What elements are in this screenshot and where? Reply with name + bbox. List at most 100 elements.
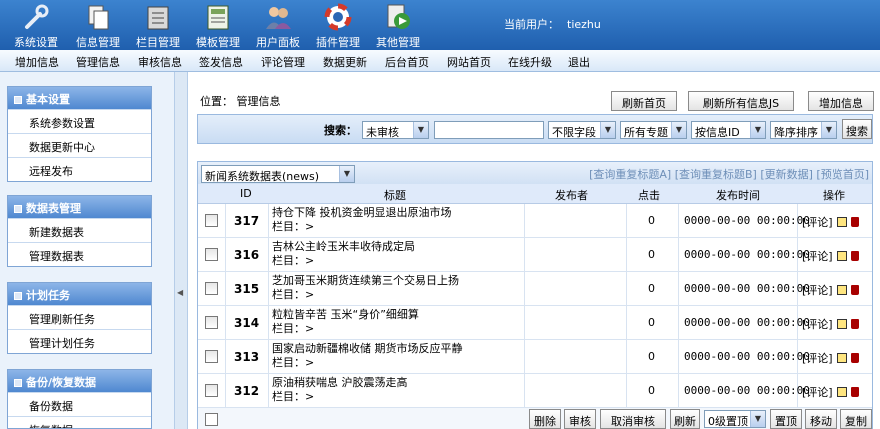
sidebar-item-manage-tables[interactable]: 管理数据表	[8, 242, 151, 266]
comment-link[interactable]: [评论]	[802, 386, 833, 399]
row-checkbox[interactable]	[205, 384, 218, 397]
table-row: 314 粒粒皆辛苦 玉米“身价”细细算 栏目：> 0 0000-00-00 00:…	[198, 306, 872, 340]
row-time: 0000-00-00 00:00:00	[684, 214, 810, 227]
row-title-link[interactable]: 芝加哥玉米期货连续第三个交易日上扬	[272, 274, 459, 287]
delete-icon[interactable]	[850, 285, 859, 295]
add-info-button[interactable]: 增加信息	[808, 91, 874, 111]
table-row: 317 持仓下降 投机资金明显退出原油市场 栏目：> 0 0000-00-00 0…	[198, 204, 872, 238]
edit-icon[interactable]	[836, 319, 847, 329]
menu-manage-info[interactable]: 管理信息	[76, 54, 120, 70]
row-time: 0000-00-00 00:00:00	[684, 384, 810, 397]
comment-link[interactable]: [评论]	[802, 284, 833, 297]
chevron-down-icon: ▼	[339, 166, 354, 182]
menu-site-home[interactable]: 网站首页	[447, 54, 491, 70]
menu-comment-management[interactable]: 评论管理	[261, 54, 305, 70]
refresh-home-button[interactable]: 刷新首页	[611, 91, 677, 111]
menu-data-update[interactable]: 数据更新	[323, 54, 367, 70]
delete-icon[interactable]	[850, 319, 859, 329]
delete-icon[interactable]	[850, 251, 859, 261]
refresh-all-js-button[interactable]: 刷新所有信息JS	[688, 91, 794, 111]
sidebar-item-restore-data[interactable]: 恢复数据	[8, 416, 151, 428]
sidebar-item-plan-tasks[interactable]: 管理计划任务	[8, 329, 151, 353]
set-top-button[interactable]: 置顶	[770, 409, 802, 429]
status-select[interactable]: 未审核 ▼	[362, 121, 429, 139]
row-id: 312	[234, 384, 260, 398]
edit-icon[interactable]	[836, 387, 847, 397]
toolbar-system-settings[interactable]: 系统设置	[8, 0, 64, 50]
edit-icon[interactable]	[836, 217, 847, 227]
sidebar-splitter[interactable]: ◀	[174, 72, 188, 429]
sort-field-select[interactable]: 按信息ID ▼	[691, 121, 766, 139]
row-clicks: 0	[648, 282, 655, 295]
row-title-link[interactable]: 粒粒皆辛苦 玉米“身价”细细算	[272, 308, 419, 321]
topic-select[interactable]: 所有专题 ▼	[620, 121, 687, 139]
delete-icon[interactable]	[850, 353, 859, 363]
sidebar-group-header[interactable]: 计划任务	[8, 283, 151, 305]
data-table-select[interactable]: 新闻系统数据表(news) ▼	[201, 165, 355, 183]
row-title-link[interactable]: 吉林公主岭玉米丰收待成定局	[272, 240, 415, 253]
menu-audit-info[interactable]: 审核信息	[138, 54, 182, 70]
row-checkbox[interactable]	[205, 350, 218, 363]
row-checkbox[interactable]	[205, 248, 218, 261]
row-column: 栏目：>	[272, 288, 315, 301]
edit-icon[interactable]	[836, 251, 847, 261]
toolbar-info-management[interactable]: 信息管理	[70, 0, 126, 50]
row-title-link[interactable]: 国家启动新疆棉收储 期货市场反应平静	[272, 342, 463, 355]
unaudit-button[interactable]: 取消审核	[600, 409, 666, 429]
sidebar-item-refresh-tasks[interactable]: 管理刷新任务	[8, 305, 151, 329]
row-id: 317	[234, 214, 260, 228]
row-title-link[interactable]: 持仓下降 投机资金明显退出原油市场	[272, 206, 452, 219]
col-title: 标题	[384, 189, 406, 202]
audit-button[interactable]: 审核	[564, 409, 596, 429]
edit-icon[interactable]	[836, 285, 847, 295]
row-id: 316	[234, 248, 260, 262]
select-all-checkbox[interactable]	[205, 413, 218, 426]
collapse-arrow-icon[interactable]: ◀	[177, 288, 183, 297]
chevron-down-icon: ▼	[671, 122, 686, 138]
row-checkbox[interactable]	[205, 282, 218, 295]
edit-icon[interactable]	[836, 353, 847, 363]
sort-order-select[interactable]: 降序排序 ▼	[770, 121, 837, 139]
comment-link[interactable]: [评论]	[802, 318, 833, 331]
toolbar-user-panel[interactable]: 用户面板	[250, 0, 306, 50]
search-button[interactable]: 搜索	[842, 119, 872, 139]
toolbar-plugin-management[interactable]: 插件管理	[310, 0, 366, 50]
menu-logout[interactable]: 退出	[568, 54, 590, 70]
field-select[interactable]: 不限字段 ▼	[548, 121, 616, 139]
toolbar-other-management[interactable]: 其他管理	[370, 0, 426, 50]
toolbar-column-management[interactable]: 栏目管理	[130, 0, 186, 50]
keyword-input[interactable]	[434, 121, 544, 139]
delete-button[interactable]: 删除	[529, 409, 561, 429]
row-title-link[interactable]: 原油稍获喘息 沪胶震荡走高	[272, 376, 408, 389]
row-checkbox[interactable]	[205, 316, 218, 329]
comment-link[interactable]: [评论]	[802, 216, 833, 229]
delete-icon[interactable]	[850, 387, 859, 397]
col-actions: 操作	[823, 189, 845, 202]
row-clicks: 0	[648, 214, 655, 227]
sidebar-group-header[interactable]: 基本设置	[8, 87, 151, 109]
row-checkbox[interactable]	[205, 214, 218, 227]
comment-link[interactable]: [评论]	[802, 352, 833, 365]
sidebar-item-remote-publish[interactable]: 远程发布	[8, 157, 151, 181]
move-button[interactable]: 移动	[805, 409, 837, 429]
menu-add-info[interactable]: 增加信息	[15, 54, 59, 70]
top-level-select[interactable]: 0级置顶 ▼	[704, 410, 766, 428]
sidebar-group-header[interactable]: 数据表管理	[8, 196, 151, 218]
sidebar-item-data-update-center[interactable]: 数据更新中心	[8, 133, 151, 157]
delete-icon[interactable]	[850, 217, 859, 227]
sidebar-item-system-params[interactable]: 系统参数设置	[8, 109, 151, 133]
sidebar-group-header[interactable]: 备份/恢复数据	[8, 370, 151, 392]
menu-sign-info[interactable]: 签发信息	[199, 54, 243, 70]
menu-online-upgrade[interactable]: 在线升级	[508, 54, 552, 70]
sidebar: 基本设置 系统参数设置 数据更新中心 远程发布 数据表管理 新建数据表 管理数据…	[0, 72, 174, 429]
sidebar-item-new-table[interactable]: 新建数据表	[8, 218, 151, 242]
sidebar-item-backup-data[interactable]: 备份数据	[8, 392, 151, 416]
table-links[interactable]: [查询重复标题A] [查询重复标题B] [更新数据] [预览首页]	[589, 166, 869, 182]
refresh-button[interactable]: 刷新	[670, 409, 700, 429]
col-clicks: 点击	[638, 189, 660, 202]
copy-button[interactable]: 复制	[840, 409, 872, 429]
menu-admin-home[interactable]: 后台首页	[385, 54, 429, 70]
toolbar-template-management[interactable]: 模板管理	[190, 0, 246, 50]
table-row: 312 原油稍获喘息 沪胶震荡走高 栏目：> 0 0000-00-00 00:00…	[198, 374, 872, 408]
comment-link[interactable]: [评论]	[802, 250, 833, 263]
